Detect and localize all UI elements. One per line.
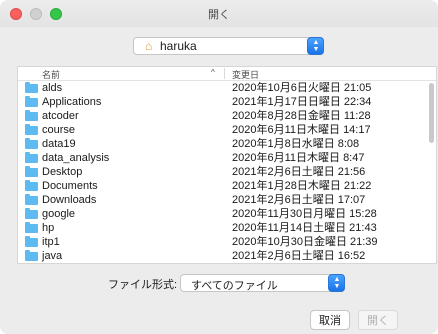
list-item[interactable]: data_analysis 2020年6月11日木曜日 8:47: [18, 151, 436, 165]
file-type-label: ファイル形式:: [108, 279, 178, 291]
file-date: 2021年1月28日木曜日 21:22: [232, 180, 372, 192]
folder-icon: [25, 124, 38, 135]
file-name: google: [42, 208, 76, 220]
file-type-popup[interactable]: すべてのファイル ▲ ▼: [180, 274, 345, 292]
file-date: 2020年6月11日木曜日 8:47: [232, 152, 365, 164]
folder-icon: [25, 208, 38, 219]
list-item[interactable]: course 2020年6月11日木曜日 14:17: [18, 123, 436, 137]
folder-icon: [25, 236, 38, 247]
file-date: 2020年1月8日水曜日 8:08: [232, 138, 360, 150]
file-name: course: [42, 124, 76, 136]
file-date: 2020年8月28日金曜日 11:28: [232, 110, 371, 122]
file-rows: alds 2020年10月6日火曜日 21:05 Applications 2021…: [18, 81, 436, 263]
file-name: alds: [42, 82, 63, 94]
file-name: java: [42, 250, 63, 262]
location-popup-chevron-icon[interactable]: ▲ ▼: [307, 37, 324, 55]
file-name: data_analysis: [42, 152, 110, 164]
file-name: hp: [42, 222, 55, 234]
list-item[interactable]: Downloads 2021年2月6日土曜日 17:07: [18, 193, 436, 207]
folder-icon: [25, 180, 38, 191]
list-item[interactable]: alds 2020年10月6日火曜日 21:05: [18, 81, 436, 95]
location-label: haruka: [160, 39, 197, 53]
file-name: Documents: [42, 180, 98, 192]
file-date: 2020年6月11日木曜日 14:17: [232, 124, 371, 136]
column-name-header[interactable]: 名前: [42, 68, 60, 81]
file-date: 2021年2月6日土曜日 17:07: [232, 194, 366, 206]
location-popup[interactable]: ⌂ haruka ▲ ▼: [133, 37, 324, 55]
file-list[interactable]: 名前 ^ 変更日 alds 2020年10月6日火曜日 21:05 Applica…: [17, 66, 437, 264]
column-date-header[interactable]: 変更日: [232, 68, 259, 81]
home-icon: ⌂: [145, 39, 153, 53]
file-date: 2020年10月6日火曜日 21:05: [232, 82, 372, 94]
list-item[interactable]: hp 2020年11月14日土曜日 21:43: [18, 221, 436, 235]
list-item[interactable]: Applications 2021年1月17日日曜日 22:34: [18, 95, 436, 109]
file-date: 2020年11月14日土曜日 21:43: [232, 222, 377, 234]
vertical-scrollbar[interactable]: [429, 83, 434, 143]
list-item[interactable]: java 2021年2月6日土曜日 16:52: [18, 249, 436, 263]
list-item[interactable]: itp1 2020年10月30日金曜日 21:39: [18, 235, 436, 249]
file-name: Applications: [42, 96, 102, 108]
file-name: Downloads: [42, 194, 97, 206]
open-dialog: 開く ⌂ haruka ▲ ▼ 名前 ^ 変更日 alds 2020年10月6日火…: [0, 0, 438, 334]
chevron-up-icon: ▲: [312, 39, 320, 46]
file-date: 2020年10月30日金曜日 21:39: [232, 236, 378, 248]
chevron-down-icon: ▼: [312, 46, 320, 53]
cancel-button[interactable]: 取消: [310, 310, 350, 330]
sort-ascending-icon[interactable]: ^: [211, 68, 215, 77]
list-item[interactable]: google 2020年11月30日月曜日 15:28: [18, 207, 436, 221]
folder-icon: [25, 194, 38, 205]
folder-icon: [25, 250, 38, 261]
list-item[interactable]: Desktop 2021年2月6日土曜日 21:56: [18, 165, 436, 179]
file-name: Desktop: [42, 166, 83, 178]
file-type-bar: ファイル形式: すべてのファイル ▲ ▼: [0, 264, 438, 302]
folder-icon: [25, 138, 38, 149]
column-header: 名前 ^ 変更日: [18, 67, 436, 81]
open-button[interactable]: 開く: [358, 310, 398, 330]
folder-icon: [25, 82, 38, 93]
chevron-up-icon: ▲: [333, 276, 341, 283]
file-date: 2021年1月17日日曜日 22:34: [232, 96, 372, 108]
file-type-value: すべてのファイル: [191, 280, 278, 292]
file-date: 2021年2月6日土曜日 21:56: [232, 166, 366, 178]
file-type-chevron-icon[interactable]: ▲ ▼: [328, 274, 345, 292]
window-title: 開く: [208, 9, 230, 21]
dialog-buttons: 取消 開く: [0, 302, 438, 334]
column-divider[interactable]: [224, 68, 225, 79]
file-name: itp1: [42, 236, 60, 248]
file-date: 2021年2月6日土曜日 16:52: [232, 250, 366, 262]
file-date: 2020年11月30日月曜日 15:28: [232, 208, 377, 220]
list-item[interactable]: data19 2020年1月8日水曜日 8:08: [18, 137, 436, 151]
list-item[interactable]: atcoder 2020年8月28日金曜日 11:28: [18, 109, 436, 123]
folder-icon: [25, 152, 38, 163]
file-name: atcoder: [42, 110, 79, 122]
folder-icon: [25, 110, 38, 121]
title-bar: 開く: [0, 0, 438, 27]
folder-icon: [25, 96, 38, 107]
file-name: data19: [42, 138, 76, 150]
list-item[interactable]: Documents 2021年1月28日木曜日 21:22: [18, 179, 436, 193]
chevron-down-icon: ▼: [333, 283, 341, 290]
folder-icon: [25, 222, 38, 233]
folder-icon: [25, 166, 38, 177]
